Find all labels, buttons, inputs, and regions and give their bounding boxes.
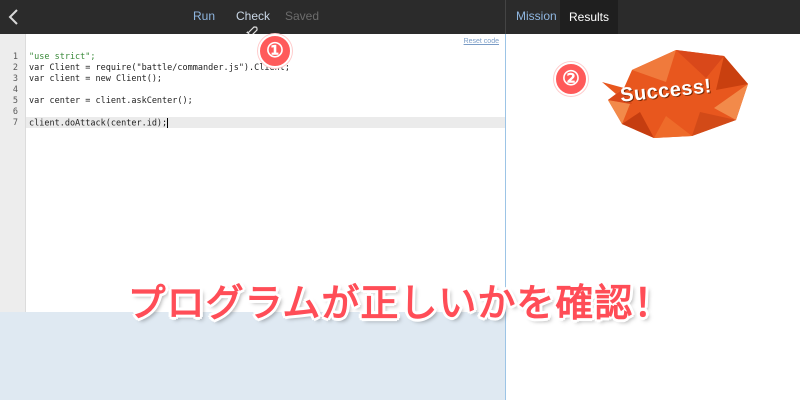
line-number: 2 bbox=[12, 63, 18, 73]
code-line[interactable]: var client = new Client(); bbox=[29, 74, 162, 84]
line-number-gutter: 1 2 3 4 5 6 7 bbox=[0, 34, 26, 312]
run-button[interactable]: Run bbox=[193, 9, 215, 23]
back-arrow-icon[interactable] bbox=[4, 6, 26, 28]
reset-code-link[interactable]: Reset code bbox=[464, 38, 499, 45]
code-line[interactable]: var center = client.askCenter(); bbox=[29, 96, 193, 106]
code-editor[interactable]: 1 2 3 4 5 6 7 "use strict"; var Client =… bbox=[0, 34, 505, 312]
top-bar: Run Check Saved Mission Results bbox=[0, 0, 800, 34]
line-number: 1 bbox=[12, 52, 18, 62]
code-line-text: client.doAttack(center.id); bbox=[29, 118, 168, 129]
saved-status: Saved bbox=[285, 9, 320, 23]
code-line-text: var center = client.askCenter(); bbox=[29, 96, 193, 106]
line-number: 3 bbox=[12, 74, 18, 84]
code-line[interactable]: var Client = require("battle/commander.j… bbox=[29, 63, 290, 73]
caption-text: プログラムが正しいかを確認！ bbox=[127, 283, 673, 325]
line-number: 6 bbox=[12, 107, 18, 117]
code-line-text: "use strict"; bbox=[29, 52, 96, 62]
topbar-divider bbox=[505, 0, 506, 34]
tab-results[interactable]: Results bbox=[560, 0, 618, 34]
line-number: 4 bbox=[12, 85, 18, 95]
annotation-marker-2: ② bbox=[554, 62, 588, 96]
annotation-marker-1: ① bbox=[258, 34, 292, 68]
line-number: 7 bbox=[12, 118, 18, 128]
text-cursor bbox=[167, 118, 169, 128]
code-line-text: var Client = require("battle/commander.j… bbox=[29, 63, 290, 73]
code-line[interactable]: "use strict"; bbox=[29, 52, 96, 62]
code-line[interactable]: client.doAttack(center.id); bbox=[29, 118, 169, 129]
line-number: 5 bbox=[12, 96, 18, 106]
code-line-text: var client = new Client(); bbox=[29, 74, 163, 84]
check-button[interactable]: Check bbox=[236, 9, 270, 23]
tab-mission[interactable]: Mission bbox=[516, 9, 557, 23]
